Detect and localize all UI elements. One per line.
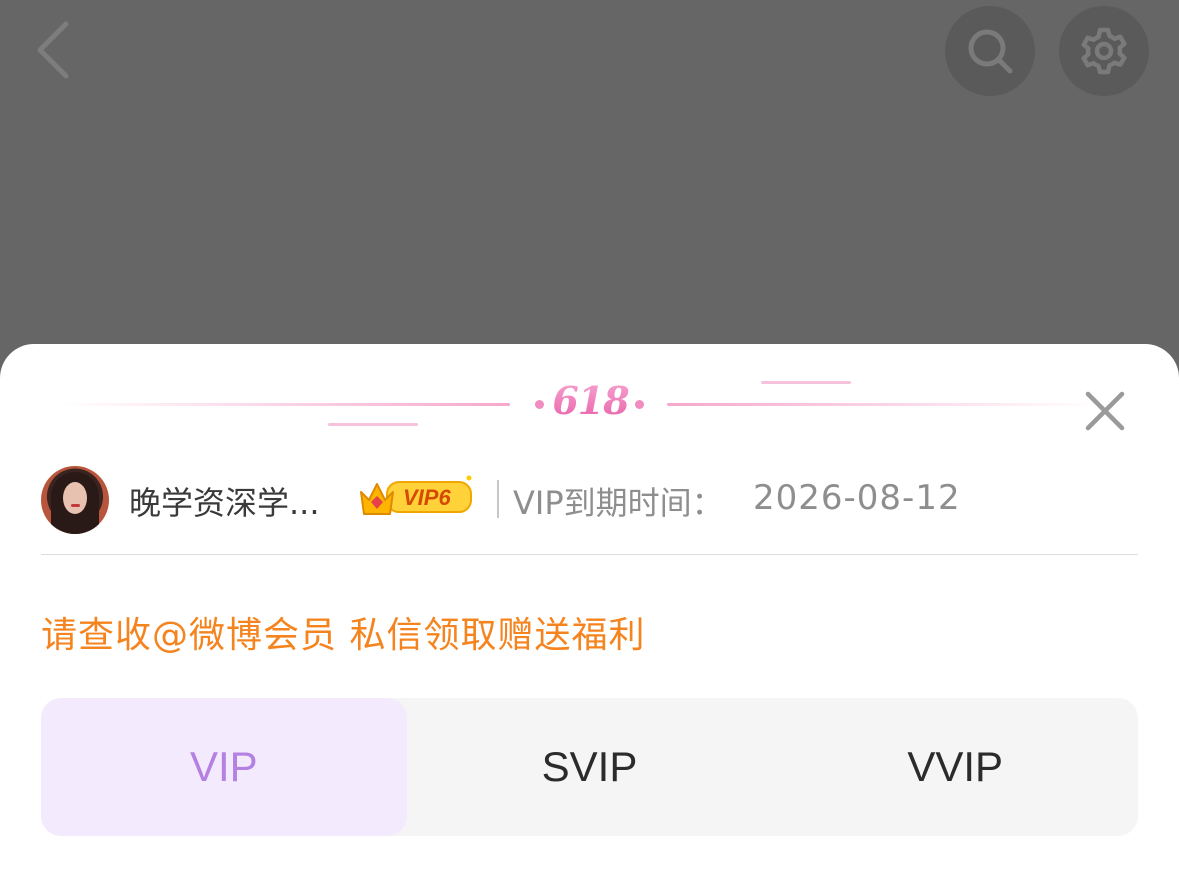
banner-line-left — [60, 403, 510, 406]
user-info-row: 晚学资深学... VIP6 VIP到期时间： 2026-08-12 — [41, 464, 1138, 536]
vip-badge-label: VIP6 — [403, 485, 451, 510]
promo-banner: 618 — [0, 344, 1179, 454]
settings-button[interactable] — [1059, 6, 1149, 96]
banner-dash — [328, 423, 418, 426]
promo-text[interactable]: 请查收@微博会员 私信领取赠送福利 — [41, 606, 645, 658]
back-button[interactable] — [28, 18, 88, 82]
vip-bottom-sheet: 618 晚学资深学... VIP6 VIP到期时间： 2026-08-12 请查… — [0, 344, 1179, 880]
tab-vvip[interactable]: VVIP — [772, 698, 1138, 836]
expire-label: VIP到期时间： — [513, 484, 724, 522]
vertical-divider — [497, 480, 499, 518]
membership-tabs: VIP SVIP VVIP — [41, 698, 1138, 836]
close-icon — [1085, 391, 1125, 431]
search-icon — [968, 29, 1013, 74]
tab-vip[interactable]: VIP — [41, 698, 407, 836]
search-button[interactable] — [945, 6, 1035, 96]
banner-dash — [761, 381, 851, 384]
banner-dot — [635, 400, 644, 409]
banner-label: 618 — [548, 378, 633, 423]
gear-icon — [1081, 27, 1127, 75]
username: 晚学资深学... — [129, 484, 320, 522]
chevron-left-icon — [37, 21, 69, 79]
top-bar — [0, 0, 1179, 100]
expire-date: 2026-08-12 — [753, 478, 961, 518]
close-button[interactable] — [1080, 386, 1130, 436]
tab-svip[interactable]: SVIP — [407, 698, 773, 836]
vip-level-badge: VIP6 — [357, 472, 475, 522]
banner-dot — [535, 400, 544, 409]
banner-line-right — [667, 403, 1097, 406]
avatar[interactable] — [41, 466, 109, 534]
divider — [41, 554, 1138, 555]
